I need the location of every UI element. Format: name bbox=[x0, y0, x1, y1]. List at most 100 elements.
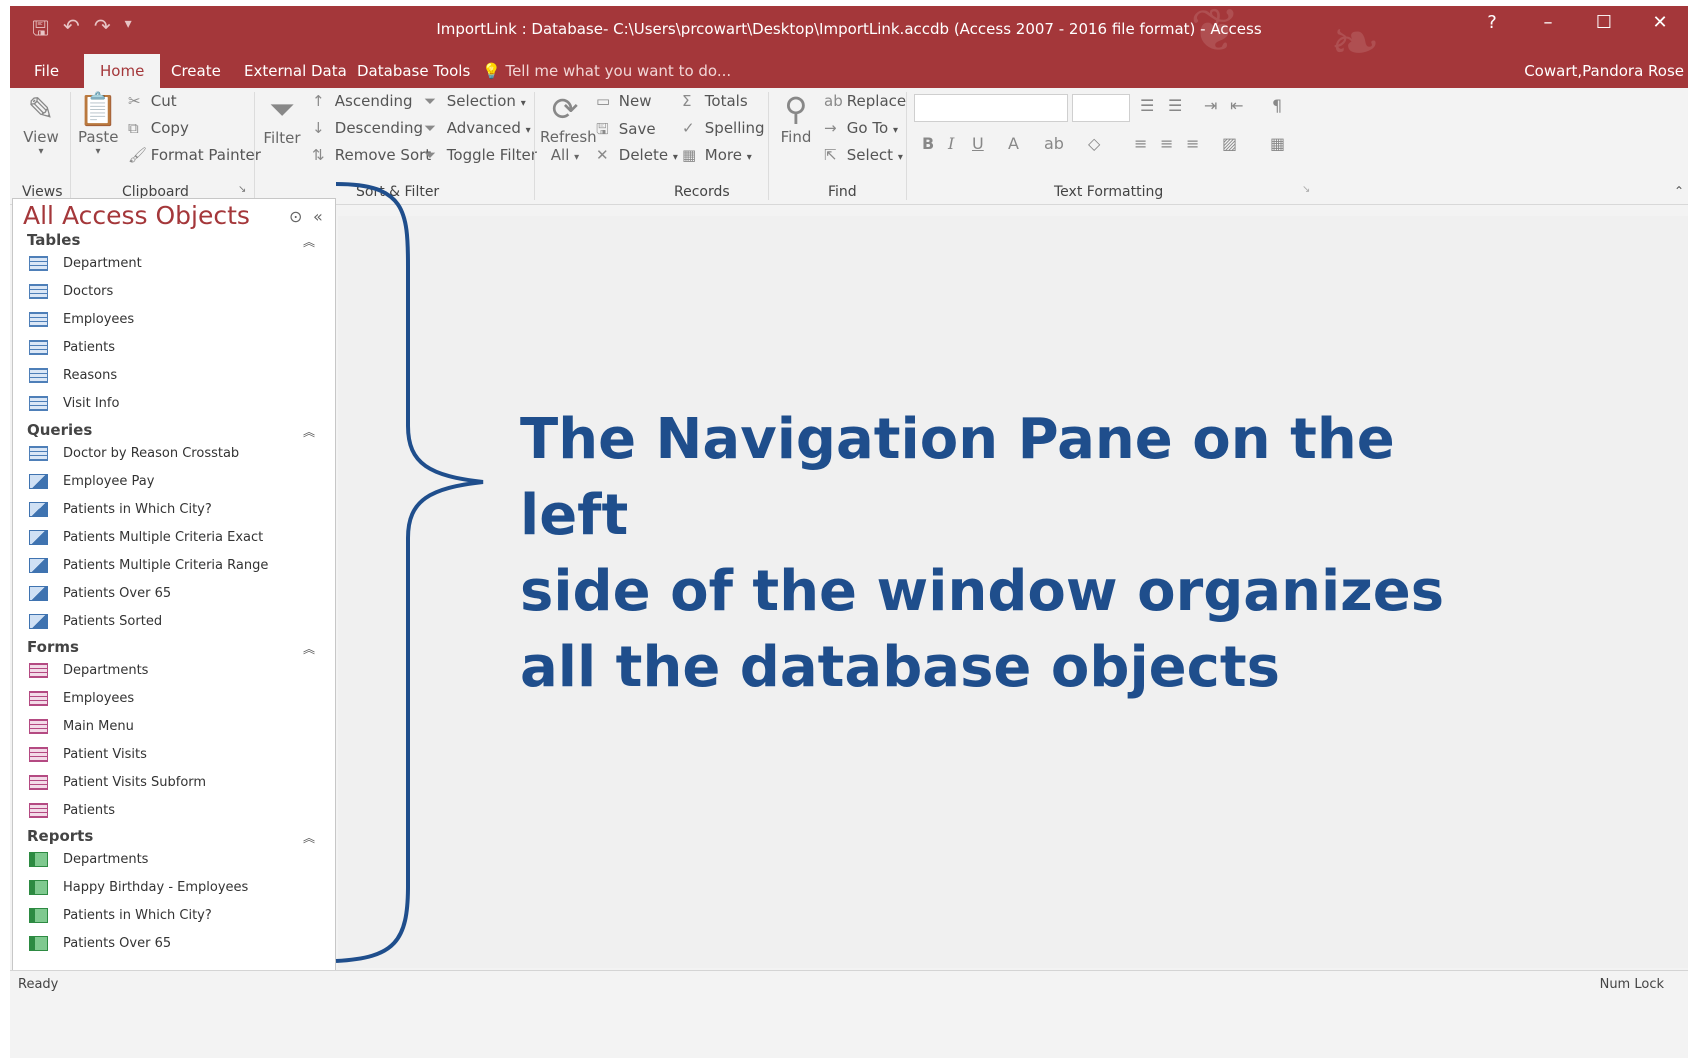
selection-button[interactable]: ⏷ Selection ▾ bbox=[424, 92, 526, 110]
view-button[interactable]: ✎ View ▾ bbox=[18, 90, 64, 157]
nav-item-query[interactable]: Doctor by Reason Crosstab bbox=[29, 440, 239, 466]
nav-item-form[interactable]: Patient Visits bbox=[29, 741, 147, 767]
align-right-icon[interactable]: ≡ bbox=[1186, 134, 1199, 153]
tab-database-tools[interactable]: Database Tools bbox=[357, 62, 470, 80]
italic-icon[interactable]: I bbox=[948, 134, 954, 153]
collapse-ribbon-icon[interactable]: ⌃ bbox=[1674, 184, 1684, 198]
nav-menu-icon[interactable]: ⊙ bbox=[289, 207, 302, 226]
nav-item-query[interactable]: Patients Sorted bbox=[29, 608, 162, 634]
nav-item-form[interactable]: Departments bbox=[29, 657, 148, 683]
font-size-combo[interactable] bbox=[1072, 94, 1130, 122]
select-label: Select bbox=[846, 146, 894, 164]
tab-create[interactable]: Create bbox=[171, 62, 221, 80]
nav-pane-title[interactable]: All Access Objects bbox=[23, 201, 250, 230]
nav-item-table[interactable]: Patients bbox=[29, 334, 115, 360]
format-painter-button[interactable]: 🖌 Format Painter bbox=[128, 146, 261, 164]
delete-icon: ✕ bbox=[596, 146, 609, 164]
paste-button[interactable]: 📋 Paste ▾ bbox=[78, 90, 119, 157]
scissors-icon: ✂ bbox=[128, 92, 141, 110]
remove-sort-button[interactable]: ⇅ Remove Sort bbox=[312, 146, 431, 164]
nav-item-form[interactable]: Employees bbox=[29, 685, 134, 711]
alternate-row-color-icon[interactable]: ▨ bbox=[1222, 134, 1237, 153]
nav-item-query[interactable]: Patients Over 65 bbox=[29, 580, 171, 606]
select-button[interactable]: ⇱ Select ▾ bbox=[824, 146, 903, 164]
paste-icon: 📋 bbox=[78, 90, 118, 128]
goto-button[interactable]: → Go To ▾ bbox=[824, 119, 898, 137]
user-name[interactable]: Cowart,Pandora Rose bbox=[1524, 62, 1684, 80]
bullets-icon[interactable]: ☰ bbox=[1140, 96, 1154, 115]
nav-item-query[interactable]: Patients in Which City? bbox=[29, 496, 212, 522]
replace-button[interactable]: ab Replace bbox=[824, 92, 906, 110]
section-header-queries[interactable]: Queries bbox=[27, 421, 92, 439]
nav-item-query[interactable]: Patients Multiple Criteria Exact bbox=[29, 524, 263, 550]
nav-item-report[interactable]: Departments bbox=[29, 846, 148, 872]
spelling-button[interactable]: ✓ Spelling bbox=[682, 119, 765, 137]
form-icon bbox=[29, 774, 48, 790]
nav-item-report[interactable]: Patients Over 65 bbox=[29, 930, 171, 956]
numbering-icon[interactable]: ☰ bbox=[1168, 96, 1182, 115]
nav-item-form[interactable]: Patients bbox=[29, 797, 115, 823]
tell-me-box[interactable]: 💡 Tell me what you want to do... bbox=[482, 62, 731, 80]
collapse-section-icon[interactable]: ︽ bbox=[303, 233, 315, 250]
nav-item-table[interactable]: Employees bbox=[29, 306, 134, 332]
funnel-icon: ⏷ bbox=[269, 90, 295, 128]
group-text-formatting: Text Formatting bbox=[1054, 184, 1164, 200]
nav-item-report[interactable]: Happy Birthday - Employees bbox=[29, 874, 248, 900]
shutter-bar-close-icon[interactable]: « bbox=[313, 207, 323, 226]
nav-item-table[interactable]: Reasons bbox=[29, 362, 117, 388]
cut-button[interactable]: ✂ Cut bbox=[128, 92, 177, 110]
find-button[interactable]: ⚲ Find bbox=[776, 90, 816, 146]
new-record-button[interactable]: ▭ New bbox=[596, 92, 652, 110]
font-name-combo[interactable] bbox=[914, 94, 1068, 122]
more-button[interactable]: ▦ More ▾ bbox=[682, 146, 752, 164]
underline-icon[interactable]: U bbox=[972, 134, 984, 153]
nav-item-query[interactable]: Employee Pay bbox=[29, 468, 154, 494]
text-formatting-launcher-icon[interactable]: ↘ bbox=[1302, 184, 1310, 195]
font-color-icon[interactable]: A bbox=[1008, 134, 1019, 153]
advanced-button[interactable]: ⏷ Advanced ▾ bbox=[424, 119, 531, 137]
close-button[interactable]: ✕ bbox=[1632, 12, 1688, 33]
filter-button[interactable]: ⏷ Filter bbox=[262, 90, 302, 147]
tab-external-data[interactable]: External Data bbox=[244, 62, 347, 80]
tab-home[interactable]: Home bbox=[84, 54, 161, 88]
nav-item-form[interactable]: Main Menu bbox=[29, 713, 134, 739]
help-button[interactable]: ? bbox=[1464, 12, 1520, 33]
paragraph-direction-icon[interactable]: ¶ bbox=[1272, 96, 1282, 115]
nav-item-table[interactable]: Visit Info bbox=[29, 390, 119, 416]
ascending-button[interactable]: ↑ Ascending bbox=[312, 92, 413, 110]
status-num-lock: Num Lock bbox=[1599, 977, 1664, 992]
collapse-section-icon[interactable]: ︽ bbox=[303, 640, 315, 657]
bold-icon[interactable]: B bbox=[922, 134, 934, 153]
gridlines-icon[interactable]: ▦ bbox=[1270, 134, 1285, 153]
section-header-forms[interactable]: Forms bbox=[27, 638, 79, 656]
maximize-button[interactable]: ☐ bbox=[1576, 12, 1632, 33]
refresh-all-button[interactable]: ⟳ Refresh All ▾ bbox=[540, 90, 597, 164]
nav-item-table[interactable]: Doctors bbox=[29, 278, 113, 304]
tab-file[interactable]: File bbox=[34, 62, 59, 80]
fill-color-icon[interactable]: ◇ bbox=[1088, 134, 1100, 153]
copy-button[interactable]: ⧉ Copy bbox=[128, 119, 189, 137]
callout-line-3: all the database objects bbox=[520, 635, 1280, 700]
collapse-section-icon[interactable]: ︽ bbox=[303, 829, 315, 846]
descending-button[interactable]: ↓ Descending bbox=[312, 119, 423, 137]
increase-indent-icon[interactable]: ⇥ bbox=[1204, 96, 1217, 115]
align-center-icon[interactable]: ≡ bbox=[1160, 134, 1173, 153]
collapse-section-icon[interactable]: ︽ bbox=[303, 423, 315, 440]
section-header-reports[interactable]: Reports bbox=[27, 827, 93, 845]
totals-button[interactable]: Σ Totals bbox=[682, 92, 748, 110]
nav-item-query[interactable]: Patients Multiple Criteria Range bbox=[29, 552, 268, 578]
delete-record-button[interactable]: ✕ Delete ▾ bbox=[596, 146, 678, 164]
decrease-indent-icon[interactable]: ⇤ bbox=[1230, 96, 1243, 115]
align-left-icon[interactable]: ≡ bbox=[1134, 134, 1147, 153]
query-icon bbox=[29, 501, 48, 517]
minimize-button[interactable]: – bbox=[1520, 12, 1576, 33]
section-header-tables[interactable]: Tables bbox=[27, 231, 80, 249]
nav-item-report[interactable]: Patients in Which City? bbox=[29, 902, 212, 928]
toggle-filter-button[interactable]: ⏷ Toggle Filter bbox=[424, 146, 537, 164]
save-record-button[interactable]: 🖫 Save bbox=[596, 119, 656, 144]
nav-item-form[interactable]: Patient Visits Subform bbox=[29, 769, 206, 795]
highlight-icon[interactable]: ab bbox=[1044, 134, 1064, 153]
nav-item-table[interactable]: Department bbox=[29, 250, 142, 276]
descending-label: Descending bbox=[334, 119, 424, 137]
clipboard-launcher-icon[interactable]: ↘ bbox=[238, 184, 246, 195]
